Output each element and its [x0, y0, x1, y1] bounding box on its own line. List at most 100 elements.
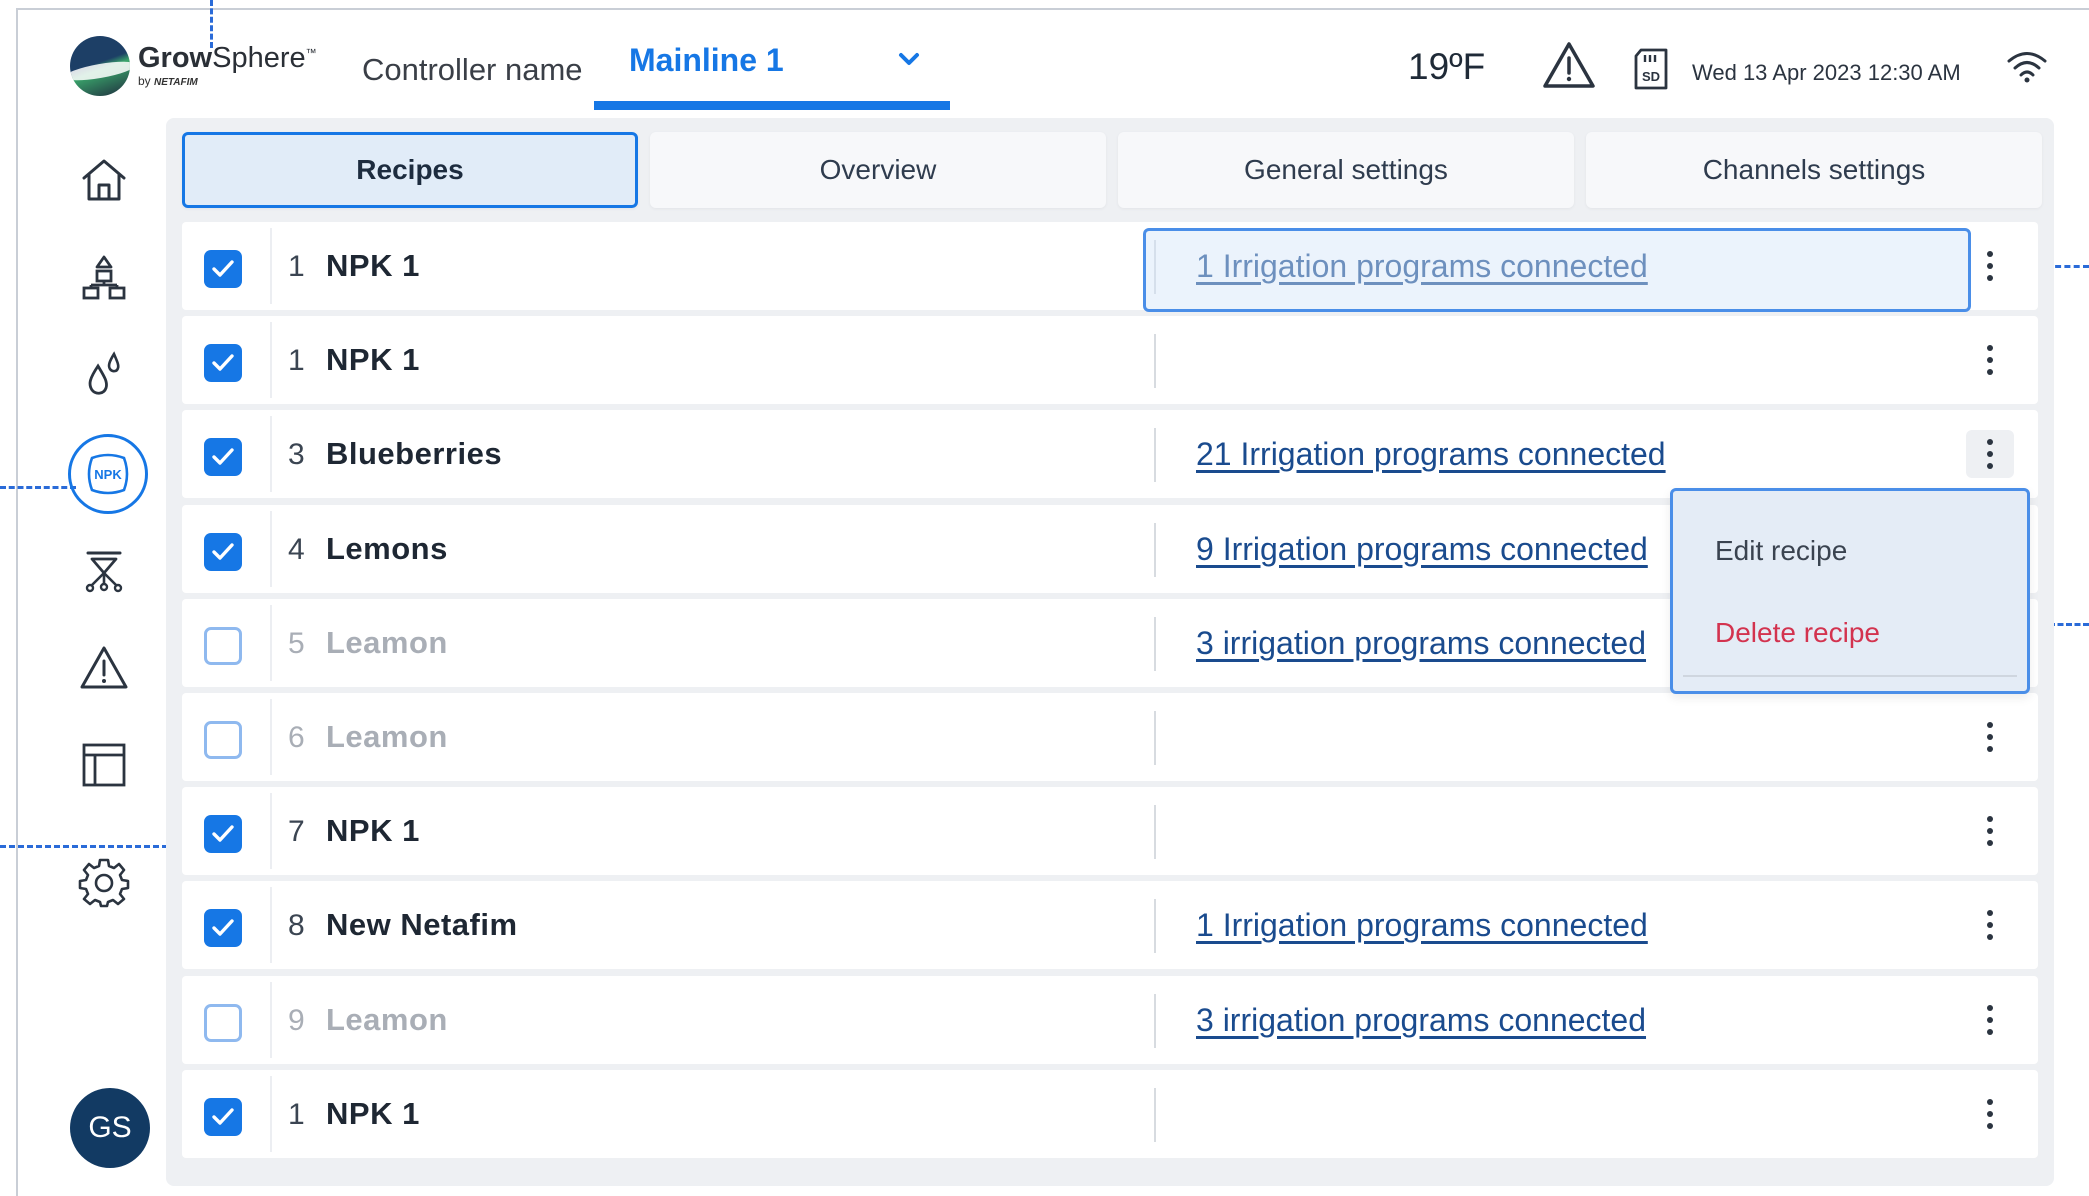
checkmark-icon	[212, 825, 234, 842]
chevron-down-icon	[899, 53, 919, 65]
recipe-row[interactable]: 6 Leamon	[182, 693, 2038, 781]
row-more-button[interactable]	[1966, 807, 2014, 855]
row-more-button[interactable]	[1966, 713, 2014, 761]
row-more-button[interactable]	[1966, 1090, 2014, 1138]
menu-divider	[1683, 675, 2017, 677]
irrigation-programs-link[interactable]: 3 irrigation programs connected	[1196, 1002, 1646, 1039]
recipe-name: NPK 1	[326, 1095, 420, 1131]
row-checkbox[interactable]	[204, 1097, 242, 1136]
recipe-name: Leamon	[326, 719, 448, 754]
sd-card-icon[interactable]: SD	[1633, 48, 1669, 90]
checkmark-icon	[212, 260, 234, 277]
hierarchy-icon	[82, 255, 126, 300]
svg-text:SD: SD	[1642, 69, 1660, 84]
tab-channels-settings[interactable]: Channels settings	[1586, 132, 2042, 208]
tab-recipes[interactable]: Recipes	[182, 132, 638, 208]
recipe-context-menu: Edit recipe Delete recipe	[1670, 488, 2030, 694]
row-checkbox[interactable]	[204, 532, 242, 571]
npk-icon: NPK	[87, 453, 129, 495]
row-divider	[270, 887, 272, 964]
recipe-row[interactable]: 1 NPK 1	[182, 1069, 2038, 1158]
row-checkbox[interactable]	[204, 626, 242, 665]
recipe-number: 1	[288, 1097, 305, 1131]
sprinkler-icon	[85, 551, 123, 593]
row-more-button[interactable]	[1966, 430, 2014, 479]
logo-globe	[70, 36, 130, 96]
irrigation-programs-link[interactable]: 1 Irrigation programs connected	[1196, 907, 1648, 944]
irrigation-programs-link[interactable]: 9 Irrigation programs connected	[1196, 531, 1648, 568]
row-more-button[interactable]	[1966, 242, 2014, 290]
column-divider	[1154, 428, 1156, 483]
user-avatar[interactable]: GS	[70, 1088, 150, 1168]
row-checkbox[interactable]	[204, 1003, 242, 1042]
water-drops-icon	[88, 351, 120, 395]
recipe-row[interactable]: 8 New Netafim 1 Irrigation programs connec…	[182, 881, 2038, 970]
irrigation-programs-link[interactable]: 3 irrigation programs connected	[1196, 625, 1646, 662]
column-divider	[1154, 711, 1156, 765]
more-vertical-icon	[1987, 722, 1993, 752]
sidebar-nav: NPK	[58, 140, 158, 1180]
column-divider	[1154, 1087, 1156, 1142]
row-checkbox[interactable]	[204, 344, 242, 383]
recipe-number: 9	[288, 1003, 305, 1037]
top-bar: GrowSphere™ by NETAFIM Controller name M…	[18, 10, 2089, 110]
tab-overview[interactable]: Overview	[650, 132, 1106, 208]
more-vertical-icon	[1987, 345, 1993, 376]
row-checkbox[interactable]	[204, 815, 242, 854]
checkmark-icon	[212, 1108, 234, 1125]
irrigation-programs-link[interactable]: 21 Irrigation programs connected	[1196, 436, 1666, 473]
row-divider	[270, 604, 272, 681]
row-divider	[270, 1075, 272, 1152]
column-divider	[1154, 334, 1156, 389]
controller-select[interactable]: Mainline 1	[594, 10, 950, 110]
more-vertical-icon	[1987, 251, 1993, 281]
row-more-button[interactable]	[1966, 336, 2014, 384]
recipe-row[interactable]: 1 NPK 1	[182, 316, 2038, 405]
controller-name-label: Controller name	[362, 52, 583, 87]
row-checkbox[interactable]	[204, 721, 242, 759]
nav-sprinkler[interactable]	[74, 541, 134, 601]
edit-recipe-menu-item[interactable]: Edit recipe	[1715, 535, 1847, 567]
focused-link-highlight	[1143, 228, 1971, 312]
settings-icon	[78, 858, 130, 908]
column-divider	[1154, 899, 1156, 954]
controller-select-value: Mainline 1	[629, 42, 784, 78]
row-more-button[interactable]	[1966, 996, 2014, 1044]
row-checkbox[interactable]	[204, 250, 242, 288]
row-divider	[270, 322, 272, 399]
row-divider	[270, 981, 272, 1058]
wifi-icon[interactable]	[2006, 50, 2048, 84]
nav-water[interactable]	[74, 344, 134, 404]
recipe-row[interactable]: 9 Leamon 3 irrigation programs connected	[182, 975, 2038, 1064]
tab-bar: Recipes Overview General settings Channe…	[182, 132, 2042, 210]
nav-hierarchy[interactable]	[74, 247, 134, 307]
recipe-number: 1	[288, 344, 305, 378]
checkmark-icon	[212, 448, 234, 466]
more-vertical-icon	[1987, 816, 1993, 847]
recipe-number: 5	[288, 626, 305, 660]
row-more-button[interactable]	[1966, 901, 2014, 949]
nav-home[interactable]	[74, 150, 134, 210]
nav-settings[interactable]	[74, 852, 134, 912]
row-divider	[270, 510, 272, 587]
recipe-row[interactable]: 3 Blueberries 21 Irrigation programs conne…	[182, 410, 2038, 499]
row-checkbox[interactable]	[204, 909, 242, 948]
more-vertical-icon	[1987, 439, 1993, 470]
nav-table[interactable]	[74, 735, 134, 795]
alert-triangle-icon[interactable]	[1542, 40, 1596, 90]
recipe-row[interactable]: 7 NPK 1	[182, 787, 2038, 876]
recipe-number: 8	[288, 909, 305, 943]
nav-alerts[interactable]	[74, 638, 134, 698]
more-vertical-icon	[1987, 1004, 1993, 1035]
nav-npk[interactable]: NPK	[68, 434, 148, 514]
table-icon	[82, 743, 126, 787]
row-divider	[270, 793, 272, 870]
row-divider	[270, 416, 272, 493]
delete-recipe-menu-item[interactable]: Delete recipe	[1715, 617, 1880, 649]
recipe-number: 7	[288, 815, 305, 849]
row-checkbox[interactable]	[204, 438, 242, 477]
recipe-name: New Netafim	[326, 907, 518, 943]
checkmark-icon	[212, 542, 234, 560]
alert-icon	[80, 646, 128, 689]
tab-general-settings[interactable]: General settings	[1118, 132, 1574, 208]
